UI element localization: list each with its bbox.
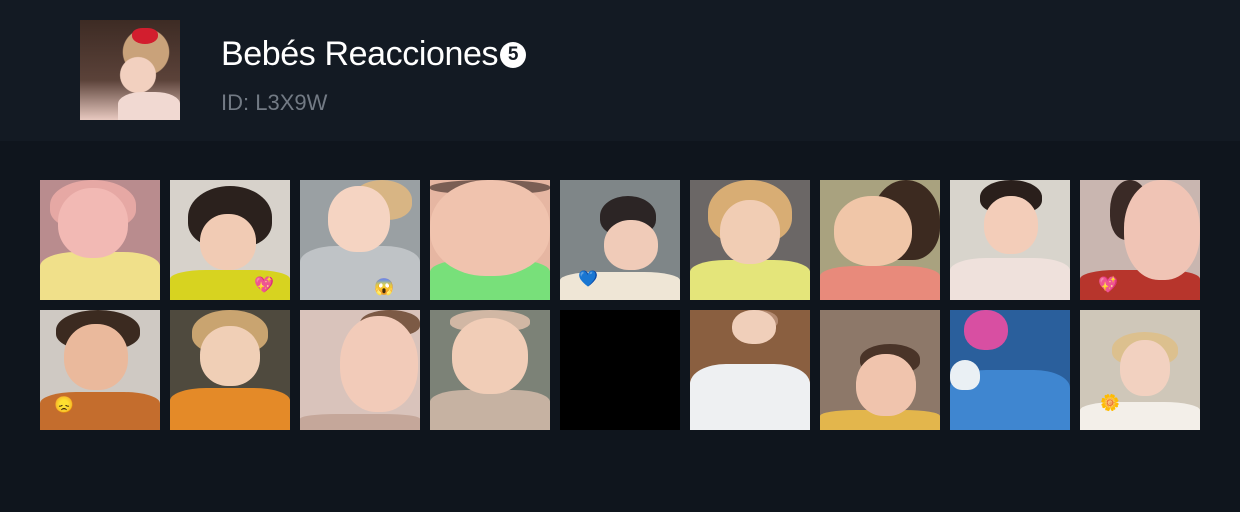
face-shape [430,180,550,276]
face-shape [58,188,128,258]
face-shape [1124,180,1200,280]
emoji-overlay: 😞 [54,397,74,414]
clothing-shape [820,266,940,300]
red-bow-icon [132,28,158,44]
baby-sticker-icon [690,310,810,430]
pack-id: ID: L3X9W [221,90,328,115]
face-shape [834,196,912,266]
clothing-shape [300,414,420,430]
sticker-tile[interactable]: 🌼 [1080,310,1200,430]
face-shape [604,220,658,270]
clothing-shape [950,258,1070,300]
face-shape [964,310,1008,350]
baby-sticker-icon [820,180,940,300]
sticker-tile[interactable] [820,180,940,300]
emoji-overlay: 💖 [1098,277,1118,294]
clothing-shape [1080,402,1200,430]
sticker-tile[interactable] [170,310,290,430]
baby-sticker-icon [170,310,290,430]
clothing-shape [300,246,420,300]
emoji-overlay: 💙 [578,271,598,288]
sticker-tile[interactable] [820,310,940,430]
title-row: Bebés Reacciones 5 [221,35,527,74]
face-shape [984,196,1038,254]
face-shape [200,214,256,270]
emoji-overlay: 😱 [374,279,394,296]
face-shape [1120,340,1170,396]
face-shape [720,200,780,264]
hair-shape [950,360,980,390]
baby-sticker-icon [430,180,550,300]
empty-sticker-icon [560,310,680,430]
sticker-tile[interactable] [300,310,420,430]
face-shape [452,318,528,394]
clothing-shape [690,364,810,430]
shirt-shape [118,92,180,120]
sticker-tile[interactable]: 😱 [300,180,420,300]
baby-sticker-icon [820,310,940,430]
clothing-shape [170,388,290,430]
face-shape [732,310,776,344]
clothing-shape [690,260,810,300]
sticker-tile[interactable] [430,180,550,300]
face-shape [856,354,916,416]
baby-sticker-icon [950,310,1070,430]
face-shape [328,186,390,252]
count-badge-icon: 5 [500,41,527,68]
emoji-overlay: 💖 [254,277,274,294]
pack-header: Bebés Reacciones 5 ID: L3X9W [0,0,1240,141]
pack-thumbnail[interactable] [80,20,180,120]
baby-sticker-icon [300,180,420,300]
sticker-tile[interactable]: 💖 [170,180,290,300]
sticker-tile[interactable] [690,310,810,430]
sticker-tile[interactable]: 💙 [560,180,680,300]
pack-title: Bebés Reacciones [221,35,499,73]
clothing-shape [430,390,550,430]
sticker-tile[interactable] [950,310,1070,430]
baby-sticker-icon [950,180,1070,300]
clothing-shape [40,252,160,300]
sticker-tile[interactable] [430,310,550,430]
sticker-tile[interactable] [950,180,1070,300]
face-shape [340,316,418,412]
baby-sticker-icon [690,180,810,300]
emoji-overlay: 🌼 [1100,395,1120,412]
sticker-tile[interactable]: 💖 [1080,180,1200,300]
baby-sticker-icon [300,310,420,430]
baby-sticker-icon [1080,310,1200,430]
sticker-tile[interactable]: 😞 [40,310,160,430]
sticker-grid: 💖 😱 💙 💖 😞 🌼 [40,180,1200,430]
sticker-tile[interactable] [40,180,160,300]
sticker-tile[interactable] [690,180,810,300]
baby-sticker-icon [430,310,550,430]
baby-sticker-icon [40,180,160,300]
face-shape [64,324,128,390]
sticker-tile[interactable] [560,310,680,430]
face-shape [200,326,260,386]
